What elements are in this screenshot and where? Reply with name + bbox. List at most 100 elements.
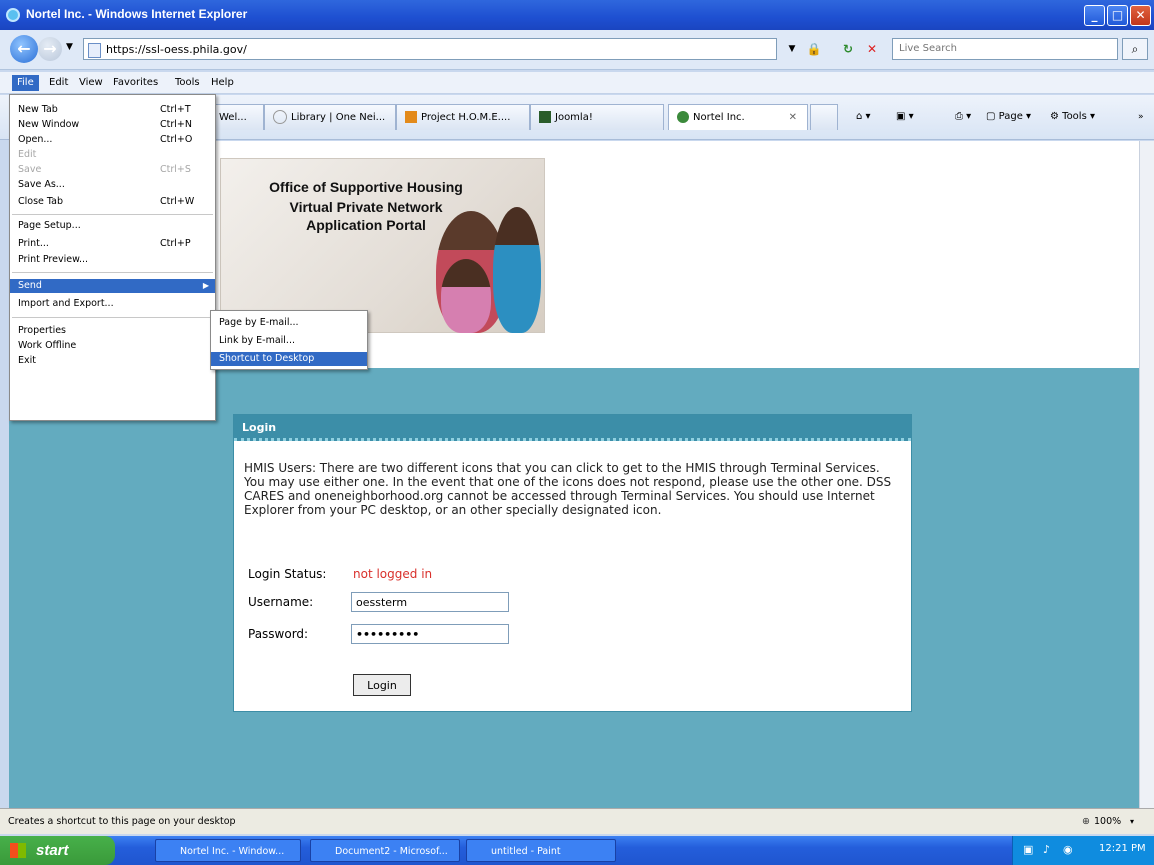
menu-item-shortcut: Ctrl+T xyxy=(160,104,191,115)
login-status-value: not logged in xyxy=(353,567,433,581)
tab-label: Joomla! xyxy=(555,112,593,123)
menu-favorites[interactable]: Favorites xyxy=(108,75,163,91)
password-field[interactable] xyxy=(351,624,509,644)
antivirus-icon[interactable]: ◉ xyxy=(1063,843,1073,856)
menu-item-label: Print... xyxy=(18,238,49,249)
menu-item-label: Close Tab xyxy=(18,196,63,207)
menu-tools[interactable]: Tools xyxy=(170,75,205,91)
volume-icon[interactable]: ♪ xyxy=(1043,843,1050,856)
menu-view[interactable]: View xyxy=(74,75,108,91)
address-bar-row: ← → ▼ https://ssl-oess.phila.gov/ ▼ 🔒 ↻ … xyxy=(0,30,1154,70)
menu-item-page-by-email[interactable]: Page by E-mail... xyxy=(211,316,367,330)
menu-item-work-offline[interactable]: Work Offline xyxy=(10,339,215,353)
send-submenu: Page by E-mail... Link by E-mail... Shor… xyxy=(210,310,368,370)
address-field[interactable]: https://ssl-oess.phila.gov/ xyxy=(83,38,777,60)
back-button[interactable]: ← xyxy=(10,35,38,63)
menu-item-import-export[interactable]: Import and Export... xyxy=(10,297,215,311)
close-button[interactable]: ✕ xyxy=(1130,5,1151,26)
maximize-button[interactable]: □ xyxy=(1107,5,1128,26)
tab-project-home[interactable]: Project H.O.M.E.... xyxy=(396,104,530,130)
menu-item-label: Exit xyxy=(18,355,36,366)
menu-item-label: Send xyxy=(18,280,42,291)
login-panel: Login HMIS Users: There are two differen… xyxy=(233,414,912,712)
menu-edit[interactable]: Edit xyxy=(44,75,73,91)
start-button[interactable]: start xyxy=(0,836,115,865)
menu-item-open[interactable]: Open... Ctrl+O xyxy=(10,133,215,147)
menu-item-shortcut: Ctrl+W xyxy=(160,196,195,207)
taskbar-paint[interactable]: untitled - Paint xyxy=(466,839,616,862)
tab-library[interactable]: Library | One Nei... xyxy=(264,104,396,130)
vertical-scrollbar[interactable] xyxy=(1139,141,1154,808)
new-tab-button[interactable] xyxy=(810,104,838,130)
status-bar: Creates a shortcut to this page on your … xyxy=(0,808,1154,834)
menu-item-new-tab[interactable]: New Tab Ctrl+T xyxy=(10,103,215,117)
address-url: https://ssl-oess.phila.gov/ xyxy=(106,43,247,56)
search-box[interactable] xyxy=(892,38,1118,60)
menu-separator xyxy=(12,214,213,215)
internet-explorer-icon xyxy=(6,8,20,22)
menu-item-label: Page Setup... xyxy=(18,220,81,231)
tab-joomla[interactable]: Joomla! xyxy=(530,104,664,130)
menu-item-send[interactable]: Send ▶ xyxy=(10,279,215,293)
feeds-icon[interactable]: ▣ ▾ xyxy=(896,109,914,125)
menu-help[interactable]: Help xyxy=(206,75,239,91)
network-icon[interactable]: ▣ xyxy=(1023,843,1033,856)
zoom-dropdown-icon[interactable]: ▾ xyxy=(1130,809,1134,835)
address-dropdown[interactable]: ▼ xyxy=(784,39,800,59)
minimize-button[interactable]: _ xyxy=(1084,5,1105,26)
recent-pages-dropdown[interactable]: ▼ xyxy=(66,42,73,52)
menu-item-edit: Edit xyxy=(10,148,215,162)
menu-item-close-tab[interactable]: Close Tab Ctrl+W xyxy=(10,195,215,209)
menu-file[interactable]: File xyxy=(12,75,39,91)
page-menu-button[interactable]: ▢ Page ▾ xyxy=(986,109,1031,125)
menu-item-shortcut-to-desktop[interactable]: Shortcut to Desktop xyxy=(211,352,367,366)
taskbar-word-document[interactable]: Document2 - Microsof... xyxy=(310,839,460,862)
tools-menu-button[interactable]: ⚙ Tools ▾ xyxy=(1050,109,1095,125)
search-input[interactable] xyxy=(897,42,1101,55)
clock[interactable]: 12:21 PM xyxy=(1099,843,1146,854)
task-label: Nortel Inc. - Window... xyxy=(180,846,285,857)
search-icon[interactable]: ⌕ xyxy=(1122,38,1148,60)
login-button[interactable]: Login xyxy=(353,674,411,696)
menu-item-new-window[interactable]: New Window Ctrl+N xyxy=(10,118,215,132)
tab-welcome[interactable]: Wel... xyxy=(210,104,264,130)
favicon-icon xyxy=(677,111,689,123)
menu-item-page-setup[interactable]: Page Setup... xyxy=(10,219,215,233)
menu-item-print[interactable]: Print... Ctrl+P xyxy=(10,237,215,251)
title-bar: Nortel Inc. - Windows Internet Explorer … xyxy=(0,0,1154,30)
lock-icon[interactable]: 🔒 xyxy=(805,39,823,59)
forward-button[interactable]: → xyxy=(38,37,62,61)
chevron-icon[interactable]: » xyxy=(1138,109,1144,125)
zoom-icon[interactable]: ⊕ xyxy=(1082,809,1090,835)
menu-item-link-by-email[interactable]: Link by E-mail... xyxy=(211,334,367,348)
menu-item-label: Properties xyxy=(18,325,67,336)
stop-icon[interactable]: ✕ xyxy=(862,39,882,59)
menu-item-exit[interactable]: Exit xyxy=(10,354,215,368)
menu-item-properties[interactable]: Properties xyxy=(10,324,215,338)
home-icon[interactable]: ⌂ ▾ xyxy=(856,109,871,125)
menu-bar: File Edit View Favorites Tools Help xyxy=(0,72,1154,94)
task-label: untitled - Paint xyxy=(491,846,561,857)
refresh-icon[interactable]: ↻ xyxy=(838,39,858,59)
menu-item-label: Print Preview... xyxy=(18,254,89,265)
portal-banner: Office of Supportive Housing Virtual Pri… xyxy=(220,158,545,333)
menu-item-label: Work Offline xyxy=(18,340,77,351)
tab-nortel[interactable]: Nortel Inc. ✕ xyxy=(668,104,808,130)
print-icon[interactable]: ⎙ ▾ xyxy=(955,109,971,125)
menu-item-label: Page by E-mail... xyxy=(219,317,299,328)
banner-photo-figure xyxy=(441,259,491,333)
banner-photo-figure xyxy=(493,207,541,333)
taskbar-ie-window[interactable]: Nortel Inc. - Window... xyxy=(155,839,301,862)
menu-item-save-as[interactable]: Save As... xyxy=(10,178,215,192)
tools-menu-label: Tools xyxy=(1062,111,1087,122)
tab-label: Wel... xyxy=(219,112,247,123)
username-field[interactable] xyxy=(351,592,509,612)
page-menu-label: Page xyxy=(998,111,1023,122)
windows-logo-icon xyxy=(10,843,26,858)
zoom-level[interactable]: 100% xyxy=(1094,809,1121,835)
close-tab-icon[interactable]: ✕ xyxy=(789,105,797,130)
menu-item-label: Edit xyxy=(18,149,37,160)
menu-item-print-preview[interactable]: Print Preview... xyxy=(10,253,215,267)
page-loading-icon xyxy=(273,110,287,124)
menu-item-label: Import and Export... xyxy=(18,298,114,309)
